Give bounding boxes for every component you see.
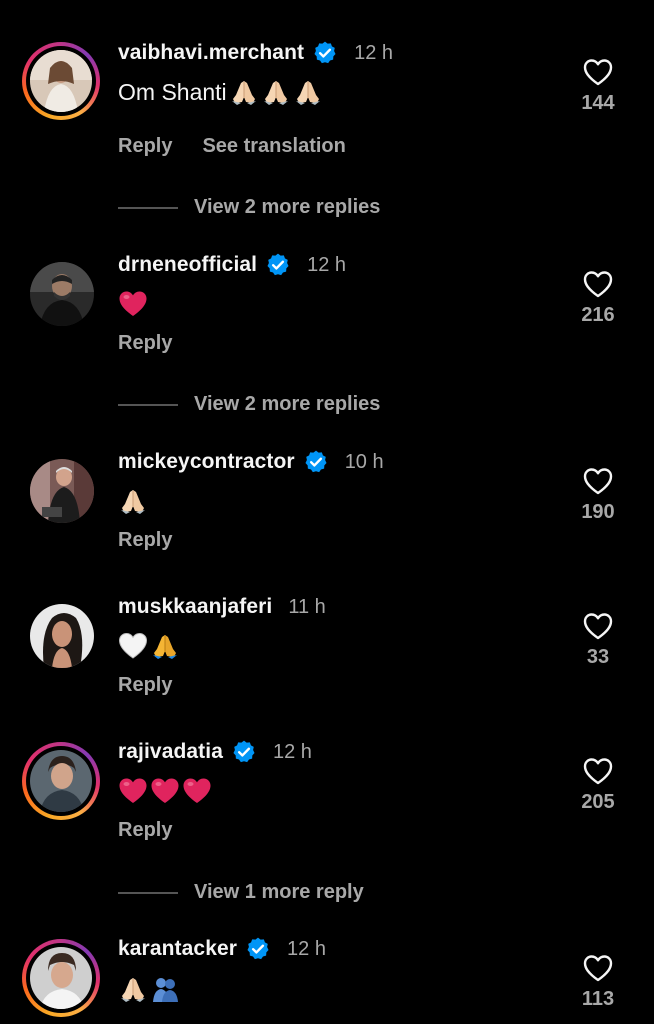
- folded-hands-icon: [261, 77, 291, 107]
- folded-hands-icon: [150, 631, 180, 661]
- divider-line: [118, 403, 178, 406]
- white-heart-icon: [118, 631, 148, 661]
- view-replies-label: View 1 more reply: [194, 881, 364, 903]
- comment-timestamp: 12 h: [354, 41, 394, 64]
- like-control: 205: [572, 757, 624, 814]
- comment-username[interactable]: vaibhavi.merchant: [118, 41, 304, 65]
- red-heart-icon: [182, 776, 212, 806]
- comment-username[interactable]: mickeycontractor: [118, 450, 295, 474]
- avatar-image: [30, 262, 94, 326]
- comment-username[interactable]: muskkaanjaferi: [118, 595, 272, 619]
- folded-hands-icon: [229, 77, 259, 107]
- view-replies-label: View 2 more replies: [194, 196, 381, 218]
- like-control: 216: [572, 270, 624, 327]
- verified-badge-icon: [231, 739, 257, 765]
- comment-timestamp: 11 h: [288, 595, 326, 618]
- folded-hands-icon: [293, 77, 323, 107]
- like-control: 144: [572, 58, 624, 115]
- heart-outline-icon[interactable]: [583, 612, 613, 640]
- view-replies-link[interactable]: View 2 more replies: [118, 393, 380, 416]
- verified-badge-icon: [245, 936, 271, 962]
- like-count: 205: [581, 791, 615, 813]
- avatar[interactable]: [22, 742, 100, 820]
- view-replies-label: View 2 more replies: [194, 393, 381, 415]
- comment-body: [118, 630, 182, 662]
- reply-button[interactable]: Reply: [118, 332, 172, 355]
- avatar-image: [30, 50, 92, 112]
- red-heart-icon: [118, 289, 148, 319]
- comment-body: [118, 973, 182, 1005]
- comment-timestamp: 12 h: [273, 740, 312, 763]
- see-translation-button[interactable]: See translation: [202, 135, 345, 158]
- avatar-image: [30, 750, 92, 812]
- comment-username[interactable]: rajivadatia: [118, 740, 223, 764]
- heart-outline-icon[interactable]: [583, 954, 613, 982]
- like-control: 113: [572, 954, 624, 1011]
- view-replies-link[interactable]: View 1 more reply: [118, 881, 364, 904]
- heart-outline-icon[interactable]: [583, 467, 613, 495]
- avatar[interactable]: [22, 596, 100, 674]
- comment-text: Om Shanti: [118, 79, 227, 105]
- like-count: 190: [581, 501, 615, 523]
- red-heart-icon: [150, 776, 180, 806]
- folded-hands-icon: [118, 974, 148, 1004]
- folded-hands-icon: [118, 486, 148, 516]
- verified-badge-icon: [303, 449, 329, 475]
- avatar[interactable]: [22, 254, 100, 332]
- like-count: 33: [586, 646, 610, 668]
- divider-line: [118, 206, 178, 209]
- avatar-image: [30, 947, 92, 1009]
- avatar-image: [30, 459, 94, 523]
- like-count: 216: [581, 304, 615, 326]
- verified-badge-icon: [312, 40, 338, 66]
- avatar-image: [30, 604, 94, 668]
- verified-badge-icon: [265, 252, 291, 278]
- like-control: 33: [572, 612, 624, 669]
- reply-button[interactable]: Reply: [118, 819, 172, 842]
- divider-line: [118, 891, 178, 894]
- heart-outline-icon[interactable]: [583, 58, 613, 86]
- view-replies-link[interactable]: View 2 more replies: [118, 196, 380, 219]
- comment-body: [118, 775, 214, 807]
- reply-button[interactable]: Reply: [118, 135, 172, 158]
- heart-outline-icon[interactable]: [583, 757, 613, 785]
- like-count: 113: [581, 988, 615, 1010]
- red-heart-icon: [118, 776, 148, 806]
- reply-button[interactable]: Reply: [118, 529, 172, 552]
- avatar[interactable]: [22, 939, 100, 1017]
- avatar[interactable]: [22, 451, 100, 529]
- comment-body: [118, 288, 150, 320]
- people-hugging-icon: [150, 974, 180, 1004]
- like-control: 190: [572, 467, 624, 524]
- comment-body: Om Shanti: [118, 76, 325, 108]
- comment-timestamp: 10 h: [344, 450, 384, 473]
- avatar[interactable]: [22, 42, 100, 120]
- reply-button[interactable]: Reply: [118, 674, 172, 697]
- comment-timestamp: 12 h: [307, 253, 347, 276]
- comment-body: [118, 485, 150, 517]
- comment-timestamp: 12 h: [287, 937, 326, 960]
- heart-outline-icon[interactable]: [583, 270, 613, 298]
- comment-username[interactable]: karantacker: [118, 937, 237, 961]
- comment-username[interactable]: drneneofficial: [118, 253, 257, 277]
- like-count: 144: [581, 92, 615, 114]
